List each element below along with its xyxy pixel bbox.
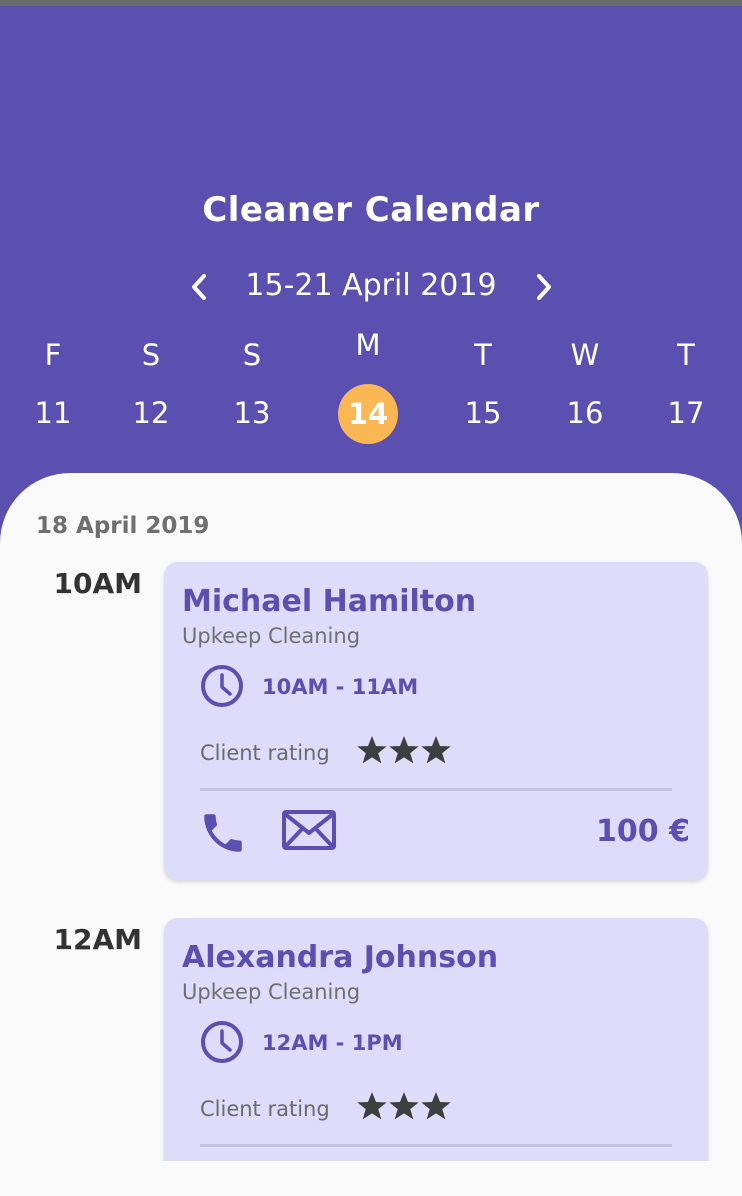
appointment-time-range: 12AM - 1PM xyxy=(262,1031,403,1055)
schedule-sheet: 18 April 2019 10AM Michael Hamilton Upke… xyxy=(0,473,742,1196)
week-days-row: F 11 S 12 S 13 M 14 T 15 W 16 T 17 xyxy=(0,328,742,448)
client-rating-label: Client rating xyxy=(200,1097,330,1121)
day-letter: W xyxy=(570,338,600,372)
day-letter: S xyxy=(242,338,262,372)
list-bottom-mask xyxy=(0,1161,742,1196)
day-letter: S xyxy=(141,338,161,372)
client-name: Alexandra Johnson xyxy=(182,940,499,975)
day-number: 15 xyxy=(464,396,502,430)
day-wednesday[interactable]: W 16 xyxy=(545,328,625,448)
clock-icon xyxy=(201,1021,243,1063)
chevron-right-icon xyxy=(537,274,551,300)
client-rating-stars xyxy=(356,734,452,766)
star-icon xyxy=(421,1092,451,1120)
day-number: 13 xyxy=(233,396,271,430)
clock-icon xyxy=(201,665,243,707)
client-rating-label: Client rating xyxy=(200,741,330,765)
week-range-label: 15-21 April 2019 xyxy=(245,268,497,303)
day-tuesday[interactable]: T 15 xyxy=(443,328,523,448)
phone-icon[interactable] xyxy=(198,808,248,858)
appointment-card[interactable]: Alexandra Johnson Upkeep Cleaning 12AM -… xyxy=(164,918,708,1196)
star-icon xyxy=(357,1092,387,1120)
star-icon xyxy=(421,736,451,764)
day-letter: T xyxy=(474,338,492,372)
selected-day-number: 14 xyxy=(338,384,398,444)
star-icon xyxy=(389,1092,419,1120)
day-number: 11 xyxy=(34,396,72,430)
service-type: Upkeep Cleaning xyxy=(182,980,361,1004)
day-number: 16 xyxy=(566,396,604,430)
appointment-price: 100 € xyxy=(596,814,690,849)
service-type: Upkeep Cleaning xyxy=(182,624,361,648)
day-monday-selected[interactable]: M 14 xyxy=(328,328,408,448)
day-thursday[interactable]: T 17 xyxy=(646,328,726,448)
week-navigator: 15-21 April 2019 xyxy=(0,264,742,310)
card-divider xyxy=(200,788,672,791)
day-number: 12 xyxy=(132,396,170,430)
page-title: Cleaner Calendar xyxy=(202,190,540,230)
schedule-date: 18 April 2019 xyxy=(36,513,210,539)
card-divider xyxy=(200,1144,672,1147)
day-friday[interactable]: F 11 xyxy=(13,328,93,448)
star-icon xyxy=(357,736,387,764)
next-week-button[interactable] xyxy=(521,264,567,310)
day-number: 17 xyxy=(667,396,705,430)
client-rating-stars xyxy=(356,1090,452,1122)
day-letter: F xyxy=(44,338,62,372)
appointment-card[interactable]: Michael Hamilton Upkeep Cleaning 10AM - … xyxy=(164,562,708,880)
client-name: Michael Hamilton xyxy=(182,584,477,619)
appointment-time-range: 10AM - 11AM xyxy=(262,675,419,699)
slot-time: 12AM xyxy=(53,923,143,956)
mail-icon[interactable] xyxy=(282,810,336,850)
day-sunday[interactable]: S 13 xyxy=(212,328,292,448)
star-icon xyxy=(389,736,419,764)
slot-time: 10AM xyxy=(53,567,143,600)
day-saturday[interactable]: S 12 xyxy=(111,328,191,448)
day-letter: T xyxy=(677,338,695,372)
day-letter: M xyxy=(355,328,381,362)
calendar-header: Cleaner Calendar 15-21 April 2019 F 11 S… xyxy=(0,6,742,526)
